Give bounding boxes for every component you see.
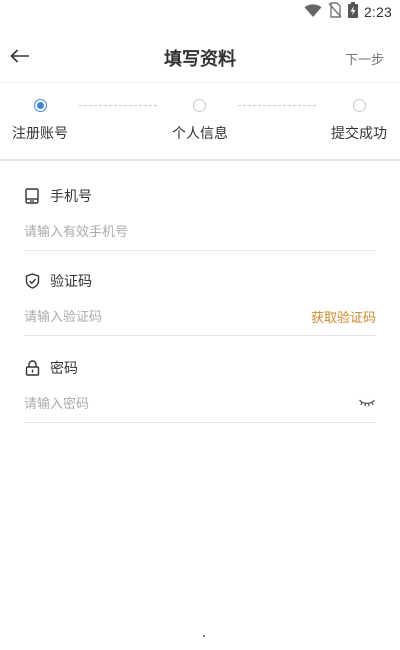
password-visibility-toggle[interactable] xyxy=(358,395,376,409)
step-1-label: 注册账号 xyxy=(12,126,68,142)
step-indicator: 注册账号 个人信息 提交成功 xyxy=(0,83,400,161)
no-sim-icon xyxy=(328,2,342,22)
phone-label: 手机号 xyxy=(50,189,92,205)
phone-field-header: 手机号 xyxy=(24,186,376,206)
wifi-icon xyxy=(304,3,322,22)
lock-icon xyxy=(24,360,40,376)
password-label: 密码 xyxy=(50,361,78,377)
phone-input-row xyxy=(24,216,376,251)
status-icons: 2:23 xyxy=(304,2,392,22)
step-3-circle xyxy=(353,99,366,112)
battery-charging-icon xyxy=(347,2,358,22)
step-1-circle xyxy=(34,99,47,112)
get-code-button[interactable]: 获取验证码 xyxy=(311,307,376,326)
password-field-header: 密码 xyxy=(24,358,376,378)
phone-field: 手机号 xyxy=(24,186,376,251)
step-connector-1 xyxy=(79,105,157,106)
step-3-label: 提交成功 xyxy=(331,126,387,142)
password-input[interactable] xyxy=(24,388,284,420)
bottom-dot xyxy=(203,635,205,637)
phone-icon xyxy=(24,188,40,204)
code-field: 验证码 获取验证码 xyxy=(24,271,376,336)
step-connector-2 xyxy=(238,105,316,106)
code-input[interactable] xyxy=(24,301,284,333)
password-field: 密码 xyxy=(24,358,376,423)
shield-check-icon xyxy=(24,273,40,289)
next-step-button[interactable]: 下一步 xyxy=(345,49,384,68)
password-input-row xyxy=(24,388,376,423)
eye-closed-icon xyxy=(358,399,376,407)
code-field-header: 验证码 xyxy=(24,271,376,291)
step-2-circle xyxy=(193,99,206,112)
status-time: 2:23 xyxy=(363,4,392,20)
status-bar: 2:23 xyxy=(0,0,400,24)
phone-input[interactable] xyxy=(24,216,284,248)
code-input-row: 获取验证码 xyxy=(24,301,376,336)
code-label: 验证码 xyxy=(50,274,92,290)
page-title: 填写资料 xyxy=(164,49,236,70)
header: 填写资料 下一步 xyxy=(0,30,400,83)
step-2-label: 个人信息 xyxy=(172,126,228,142)
